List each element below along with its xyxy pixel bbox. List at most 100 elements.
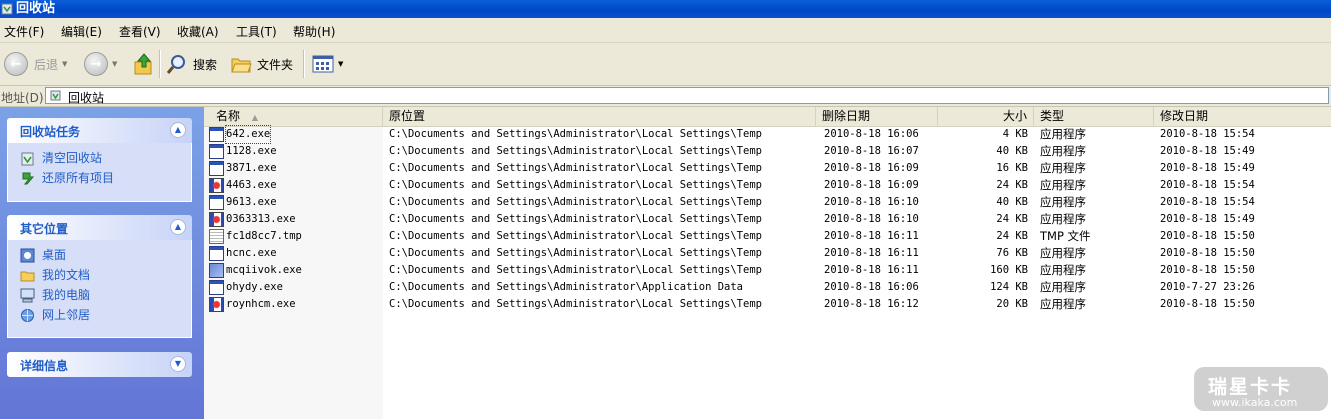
column-label: 大小 [1002, 109, 1027, 123]
table-row[interactable]: ohydy.exe C:\Documents and Settings\Admin… [204, 279, 1331, 296]
address-bar: 地址(D) 回收站 [0, 86, 1331, 107]
cell-type: 应用程序 [1040, 263, 1086, 277]
table-row[interactable]: 1128.exe C:\Documents and Settings\Admini… [204, 143, 1331, 160]
column-label: 原位置 [389, 109, 426, 123]
place-label: 网上邻居 [42, 308, 91, 322]
cell-location: C:\Documents and Settings\Administrator\… [389, 281, 744, 293]
table-row[interactable]: mcqiivok.exe C:\Documents and Settings\Ad… [204, 262, 1331, 279]
panel-header[interactable]: 其它位置 ▲ [7, 215, 192, 240]
cell-modified: 2010-8-18 15:50 [1160, 230, 1255, 242]
cell-size: 124 KB [990, 281, 1028, 293]
menu-file[interactable]: 文件(F) [4, 23, 44, 40]
chevron-up-icon[interactable]: ▲ [170, 122, 186, 138]
column-location[interactable]: 原位置 [383, 107, 816, 126]
back-button[interactable]: ← 后退 ▼ [4, 43, 67, 85]
executable-icon [209, 195, 224, 210]
cell-type: 应用程序 [1040, 161, 1086, 175]
panel-header[interactable]: 详细信息 ▼ [7, 352, 192, 377]
chevron-down-icon[interactable]: ▼ [62, 60, 67, 68]
table-row[interactable]: 4463.exe C:\Documents and Settings\Admini… [204, 177, 1331, 194]
cell-size: 16 KB [996, 162, 1028, 174]
place-my-documents[interactable]: 我的文档 [8, 266, 191, 286]
views-button[interactable]: ▼ [312, 43, 343, 85]
folder-icon [20, 271, 35, 282]
views-icon [312, 55, 334, 73]
table-row[interactable]: fc1d8cc7.tmp C:\Documents and Settings\Ad… [204, 228, 1331, 245]
file-icon [209, 229, 224, 244]
cell-deleted: 2010-8-18 16:11 [824, 247, 919, 259]
menu-favorites[interactable]: 收藏(A) [177, 23, 219, 40]
cell-type: 应用程序 [1040, 246, 1086, 260]
executable-icon [209, 178, 224, 193]
place-desktop[interactable]: 桌面 [8, 246, 191, 266]
executable-icon [209, 127, 224, 142]
menu-tools[interactable]: 工具(T) [236, 23, 277, 40]
toolbar: ← 后退 ▼ → ▼ 搜索 文件夹 ▼ [0, 43, 1331, 86]
cell-type: 应用程序 [1040, 195, 1086, 209]
cell-size: 40 KB [996, 145, 1028, 157]
menu-view[interactable]: 查看(V) [119, 23, 161, 40]
cell-size: 76 KB [996, 247, 1028, 259]
menu-help[interactable]: 帮助(H) [293, 23, 335, 40]
back-label: 后退 [34, 57, 59, 72]
chevron-down-icon[interactable]: ▼ [112, 60, 117, 68]
cell-deleted: 2010-8-18 16:10 [824, 196, 919, 208]
cell-deleted: 2010-8-18 16:06 [824, 281, 919, 293]
column-label: 修改日期 [1160, 109, 1209, 123]
task-label: 还原所有项目 [42, 171, 115, 185]
table-row[interactable]: 642.exe C:\Documents and Settings\Adminis… [204, 125, 1331, 144]
table-row[interactable]: roynhcm.exe C:\Documents and Settings\Adm… [204, 296, 1331, 313]
search-button[interactable]: 搜索 [166, 43, 217, 85]
address-label: 地址(D) [1, 91, 44, 105]
panel-header[interactable]: 回收站任务 ▲ [7, 118, 192, 143]
file-name: 4463.exe [226, 179, 277, 191]
watermark-title: 瑞星卡卡 [1208, 376, 1293, 398]
cell-location: C:\Documents and Settings\Administrator\… [389, 196, 762, 208]
cell-modified: 2010-8-18 15:54 [1160, 179, 1255, 191]
executable-icon [209, 161, 224, 176]
toolbar-separator [159, 50, 161, 78]
cell-size: 20 KB [996, 298, 1028, 310]
cell-deleted: 2010-8-18 16:06 [824, 128, 919, 140]
column-modified-date[interactable]: 修改日期 [1154, 107, 1331, 126]
column-size[interactable]: 大小 [938, 107, 1034, 126]
up-folder-button[interactable] [133, 43, 155, 85]
file-name: fc1d8cc7.tmp [226, 230, 302, 242]
folders-button[interactable]: 文件夹 [230, 43, 293, 85]
cell-location: C:\Documents and Settings\Administrator\… [389, 247, 762, 259]
menu-bar: 文件(F) 编辑(E) 查看(V) 收藏(A) 工具(T) 帮助(H) [0, 18, 1331, 43]
forward-button[interactable]: → ▼ [84, 43, 117, 85]
empty-recycle-bin-link[interactable]: 清空回收站 [8, 149, 191, 169]
task-pane: 回收站任务 ▲ 清空回收站 还原所有项目 其它位置 ▲ 桌面 我的文档 我的电脑… [0, 107, 204, 419]
cell-deleted: 2010-8-18 16:09 [824, 179, 919, 191]
chevron-down-icon[interactable]: ▼ [170, 356, 186, 372]
restore-all-link[interactable]: 还原所有项目 [8, 169, 191, 189]
table-row[interactable]: 3871.exe C:\Documents and Settings\Admini… [204, 160, 1331, 177]
table-row[interactable]: 9613.exe C:\Documents and Settings\Admini… [204, 194, 1331, 211]
file-name: roynhcm.exe [226, 298, 296, 310]
place-network[interactable]: 网上邻居 [8, 306, 191, 326]
column-name[interactable]: 名称 ▲ [204, 107, 383, 126]
table-row[interactable]: 0363313.exe C:\Documents and Settings\Adm… [204, 211, 1331, 228]
column-type[interactable]: 类型 [1034, 107, 1154, 126]
column-label: 名称 [216, 109, 241, 123]
desktop-icon [20, 248, 35, 263]
place-my-computer[interactable]: 我的电脑 [8, 286, 191, 306]
forward-arrow-icon: → [84, 52, 108, 76]
cell-location: C:\Documents and Settings\Administrator\… [389, 179, 762, 191]
executable-icon [209, 212, 224, 227]
executable-icon [209, 263, 224, 278]
executable-icon [209, 144, 224, 159]
table-row[interactable]: hcnc.exe C:\Documents and Settings\Admini… [204, 245, 1331, 262]
address-input[interactable]: 回收站 [45, 87, 1329, 105]
column-deleted-date[interactable]: 删除日期 [816, 107, 938, 126]
title-bar[interactable]: 回收站 [0, 0, 1331, 18]
menu-edit[interactable]: 编辑(E) [61, 23, 102, 40]
place-label: 我的文档 [42, 268, 91, 282]
other-places-panel: 其它位置 ▲ 桌面 我的文档 我的电脑 网上邻居 [7, 215, 192, 338]
cell-size: 24 KB [996, 179, 1028, 191]
cell-location: C:\Documents and Settings\Administrator\… [389, 264, 762, 276]
chevron-up-icon[interactable]: ▲ [170, 219, 186, 235]
toolbar-separator [303, 50, 305, 78]
chevron-down-icon: ▼ [338, 60, 344, 68]
